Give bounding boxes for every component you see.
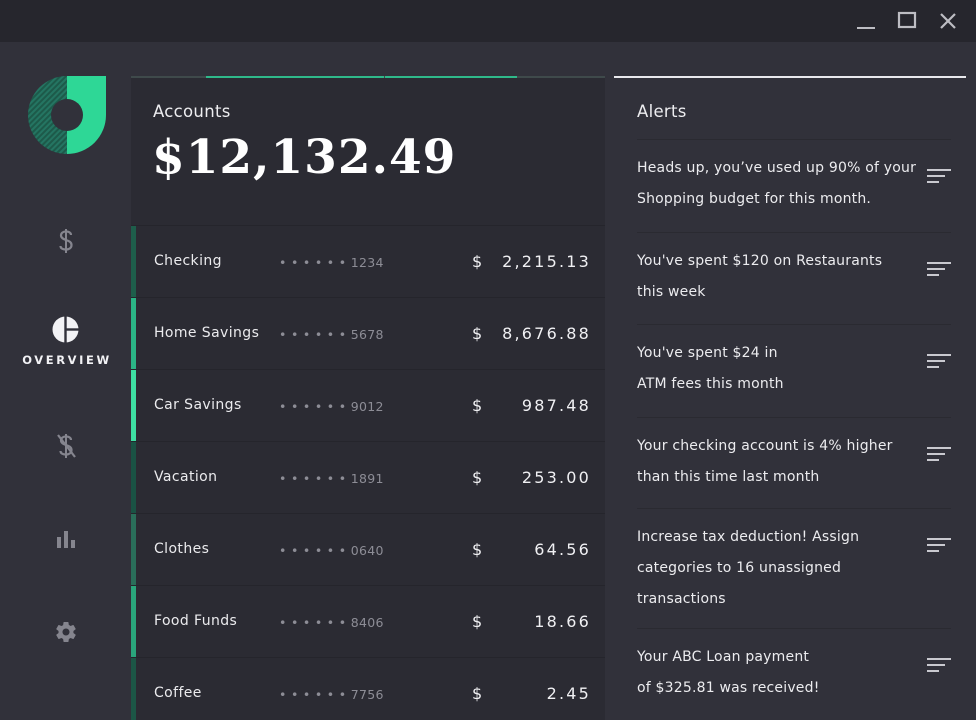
alert-divider (637, 508, 951, 509)
alert-item[interactable]: You've spent $24 in ATM fees this month (614, 324, 966, 416)
bar-chart-icon (56, 531, 75, 548)
account-balance: 18.66 (534, 612, 591, 631)
account-color-bar (131, 442, 136, 514)
account-name: Car Savings (154, 397, 242, 413)
sort-menu-icon[interactable] (927, 353, 951, 371)
account-color-bar (131, 586, 136, 658)
accounts-title: Accounts (153, 102, 231, 121)
account-balance: 8,676.88 (502, 324, 591, 343)
account-color-bar (131, 514, 136, 586)
account-currency: $ (472, 252, 483, 271)
minimize-icon[interactable] (855, 10, 877, 32)
title-bar (0, 0, 976, 42)
account-balance: 2,215.13 (502, 252, 591, 271)
account-name: Coffee (154, 685, 202, 701)
alert-item[interactable]: Heads up, you’ve used up 90% of your Shop… (614, 139, 966, 231)
account-name: Vacation (154, 469, 218, 485)
maximize-icon[interactable] (896, 10, 918, 32)
alert-divider (637, 324, 951, 325)
account-name: Clothes (154, 541, 210, 557)
account-balance: 64.56 (534, 540, 591, 559)
alert-item[interactable]: Increase tax deduction! Assign categories… (614, 508, 966, 631)
account-name: Food Funds (154, 613, 238, 629)
account-color-bar (131, 226, 136, 298)
account-currency: $ (472, 684, 483, 703)
account-row[interactable]: Food Funds • • • • • • 8406 $18.66 (131, 585, 605, 658)
sidebar: OVERVIEW (0, 42, 131, 720)
sort-menu-icon[interactable] (927, 261, 951, 279)
accounts-total: $12,132.49 (152, 130, 457, 185)
account-number: • • • • • • 7756 (279, 687, 384, 702)
alert-item[interactable]: Your checking account is 4% higher than t… (614, 417, 966, 509)
sort-menu-icon[interactable] (927, 657, 951, 675)
account-row[interactable]: Vacation • • • • • • 1891 $253.00 (131, 441, 605, 514)
account-name: Home Savings (154, 325, 260, 341)
account-row[interactable]: Checking • • • • • • 1234 $2,215.13 (131, 225, 605, 298)
nav-transactions[interactable] (0, 432, 131, 460)
dollar-icon (58, 229, 73, 253)
account-balance: 987.48 (521, 396, 591, 415)
sort-menu-icon[interactable] (927, 537, 951, 555)
account-row[interactable]: Car Savings • • • • • • 9012 $987.48 (131, 369, 605, 442)
close-icon[interactable] (937, 10, 959, 32)
account-number: • • • • • • 1891 (279, 471, 384, 486)
account-currency: $ (472, 540, 483, 559)
alert-text: You've spent $120 on Restaurants this wee… (637, 253, 883, 300)
account-color-bar (131, 658, 136, 720)
account-balance: 253.00 (521, 468, 591, 487)
nav-settings[interactable] (0, 620, 131, 644)
nav-overview[interactable]: OVERVIEW (0, 316, 131, 367)
account-number: • • • • • • 8406 (279, 615, 384, 630)
account-currency: $ (472, 612, 483, 631)
account-balance: 2.45 (546, 684, 591, 703)
accounts-panel: Accounts $12,132.49 Checking • • • • • • … (131, 78, 605, 720)
account-color-bar (131, 298, 136, 370)
gear-icon (55, 622, 76, 643)
alert-text: Your ABC Loan payment of $325.81 was rece… (637, 649, 820, 696)
nav-accounts[interactable] (0, 228, 131, 254)
alert-divider (637, 232, 951, 233)
nav-reports[interactable] (0, 529, 131, 549)
account-number: • • • • • • 9012 (279, 399, 384, 414)
alert-text: Heads up, you’ve used up 90% of your Shop… (637, 160, 917, 207)
alert-text: You've spent $24 in ATM fees this month (637, 345, 784, 392)
pie-chart-icon (52, 316, 79, 343)
nav-overview-label: OVERVIEW (22, 353, 112, 367)
account-currency: $ (472, 396, 483, 415)
account-color-bar (131, 370, 136, 442)
alert-divider (637, 417, 951, 418)
alert-item[interactable]: You've spent $120 on Restaurants this wee… (614, 232, 966, 324)
alert-divider (637, 628, 951, 629)
alerts-title: Alerts (637, 102, 687, 121)
account-number: • • • • • • 0640 (279, 543, 384, 558)
alert-text: Increase tax deduction! Assign categories… (637, 529, 860, 607)
alert-divider (637, 139, 951, 140)
account-row[interactable]: Home Savings • • • • • • 5678 $8,676.88 (131, 297, 605, 370)
account-number: • • • • • • 1234 (279, 255, 384, 270)
account-name: Checking (154, 253, 222, 269)
account-currency: $ (472, 468, 483, 487)
account-currency: $ (472, 324, 483, 343)
account-number: • • • • • • 5678 (279, 327, 384, 342)
alerts-panel: Alerts Heads up, you’ve used up 90% of y… (614, 78, 976, 720)
dollar-strikethrough-icon (56, 434, 76, 458)
account-row[interactable]: Coffee • • • • • • 7756 $2.45 (131, 657, 605, 720)
app-logo[interactable] (28, 76, 106, 154)
alert-text: Your checking account is 4% higher than t… (637, 438, 893, 485)
sort-menu-icon[interactable] (927, 168, 951, 186)
sort-menu-icon[interactable] (927, 446, 951, 464)
account-row[interactable]: Clothes • • • • • • 0640 $64.56 (131, 513, 605, 586)
alert-item[interactable]: Your ABC Loan payment of $325.81 was rece… (614, 628, 966, 720)
